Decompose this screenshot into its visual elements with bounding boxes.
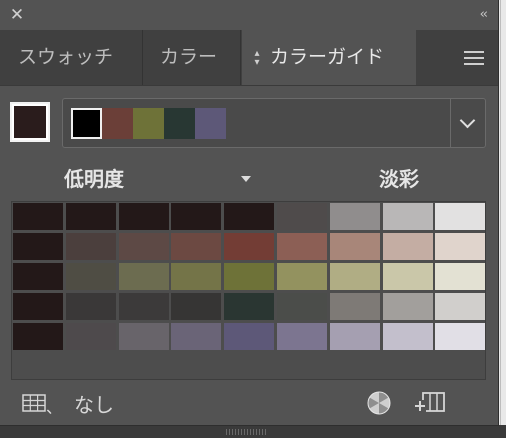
variation-swatch[interactable] <box>329 293 380 320</box>
harmony-swatch[interactable] <box>195 108 226 139</box>
variation-swatch[interactable] <box>329 263 380 290</box>
variation-swatch[interactable] <box>118 233 169 260</box>
variation-swatch[interactable] <box>118 323 169 350</box>
tab-color[interactable]: カラー <box>144 30 241 85</box>
variation-swatch[interactable] <box>224 263 275 290</box>
variation-swatch[interactable] <box>224 233 275 260</box>
color-wheel-icon[interactable] <box>366 390 392 416</box>
harmony-swatch[interactable] <box>133 108 164 139</box>
variation-swatch[interactable] <box>13 323 63 350</box>
variation-swatch[interactable] <box>435 203 486 230</box>
color-guide-panel: ✕ ‹‹ スウォッチ カラー ▴ ▾ カラーガイド 低明度 淡彩 、 なし <box>0 0 499 426</box>
variation-swatch[interactable] <box>118 263 169 290</box>
variation-swatch[interactable] <box>118 293 169 320</box>
background-document <box>498 0 506 438</box>
variation-swatch[interactable] <box>435 323 486 350</box>
variation-swatch[interactable] <box>13 233 63 260</box>
variation-swatch[interactable] <box>65 293 116 320</box>
variation-swatch[interactable] <box>382 263 433 290</box>
variation-swatch[interactable] <box>224 323 275 350</box>
variation-swatch[interactable] <box>65 203 116 230</box>
grid-icon[interactable] <box>22 394 46 412</box>
hamburger-menu-icon[interactable] <box>464 51 484 65</box>
collapse-icon[interactable]: ‹‹ <box>480 8 489 22</box>
variation-swatch[interactable] <box>65 263 116 290</box>
harmony-swatch[interactable] <box>164 108 195 139</box>
harmony-rules-dropdown[interactable] <box>450 99 485 147</box>
tab-color-guide[interactable]: ▴ ▾ カラーガイド <box>242 30 416 85</box>
variation-swatch[interactable] <box>171 323 222 350</box>
variation-swatch[interactable] <box>382 233 433 260</box>
variation-swatch[interactable] <box>329 323 380 350</box>
color-variation-grid <box>11 201 486 380</box>
variation-swatch[interactable] <box>224 203 275 230</box>
variation-swatch[interactable] <box>171 203 222 230</box>
variation-swatch[interactable] <box>65 233 116 260</box>
variation-swatch[interactable] <box>435 293 486 320</box>
variation-left-label: 低明度 <box>64 167 124 191</box>
panel-resize-area[interactable] <box>0 425 506 438</box>
variation-swatch[interactable] <box>277 323 327 350</box>
chevron-down-icon <box>459 112 476 129</box>
variation-swatch[interactable] <box>118 203 169 230</box>
variation-swatch[interactable] <box>435 233 486 260</box>
variation-swatch[interactable] <box>277 233 327 260</box>
swatch-group-limit-label[interactable]: なし <box>74 389 114 418</box>
variation-swatch[interactable] <box>171 263 222 290</box>
panel-titlebar[interactable]: ✕ ‹‹ <box>0 0 498 30</box>
separator-mark: 、 <box>46 398 63 417</box>
variation-swatch[interactable] <box>277 293 327 320</box>
harmony-rules-box[interactable] <box>62 98 486 148</box>
variation-swatch[interactable] <box>382 293 433 320</box>
variation-swatch[interactable] <box>382 323 433 350</box>
panel-footer: 、 なし <box>0 386 498 420</box>
variation-swatch[interactable] <box>13 293 63 320</box>
variation-swatch[interactable] <box>65 323 116 350</box>
variation-swatch[interactable] <box>329 203 380 230</box>
variation-swatch[interactable] <box>13 203 63 230</box>
variation-swatch[interactable] <box>171 233 222 260</box>
variation-swatch[interactable] <box>277 203 327 230</box>
variation-swatch[interactable] <box>171 293 222 320</box>
close-icon[interactable]: ✕ <box>8 6 26 24</box>
updown-arrows-icon: ▴ ▾ <box>254 47 260 68</box>
current-color-swatch[interactable] <box>10 102 50 142</box>
tab-label: カラー <box>160 46 218 68</box>
current-color-fill <box>14 106 46 138</box>
harmony-swatch[interactable] <box>71 108 102 139</box>
save-to-swatches-icon[interactable] <box>414 391 446 415</box>
tab-bar: スウォッチ カラー ▴ ▾ カラーガイド <box>0 30 498 86</box>
variation-options-dropdown-icon[interactable] <box>241 176 251 182</box>
variation-swatch[interactable] <box>382 203 433 230</box>
tab-swatches[interactable]: スウォッチ <box>0 30 143 85</box>
variation-swatch[interactable] <box>277 263 327 290</box>
variation-swatch[interactable] <box>13 263 63 290</box>
variation-swatch[interactable] <box>435 263 486 290</box>
tab-label: スウォッチ <box>18 46 114 68</box>
variation-right-label: 淡彩 <box>379 167 419 191</box>
harmony-swatch[interactable] <box>102 108 133 139</box>
tab-label: カラーガイド <box>270 46 385 68</box>
variation-swatch[interactable] <box>329 233 380 260</box>
resize-grip-icon[interactable] <box>226 429 266 435</box>
variation-swatch[interactable] <box>224 293 275 320</box>
